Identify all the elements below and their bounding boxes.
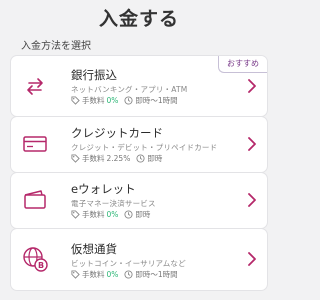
clock-icon: [124, 210, 133, 219]
chevron-right-icon: [248, 252, 256, 266]
speed-text: 即時〜1時間: [135, 270, 178, 279]
method-meta: 手数料 2.25% 即時: [71, 153, 162, 164]
method-description: クレジット・デビット・プリペイドカード: [71, 143, 218, 152]
fee-value: 0%: [106, 96, 119, 105]
method-card-credit-card[interactable]: クレジットカード クレジット・デビット・プリペイドカード 手数料 2.25% 即…: [11, 117, 267, 172]
svg-text:B: B: [38, 261, 44, 270]
tag-icon: [71, 154, 80, 163]
method-name: 銀行振込: [71, 68, 117, 82]
method-name: eウォレット: [71, 182, 136, 196]
method-card-bank-transfer[interactable]: おすすめ 銀行振込 ネットバンキング・アプリ・ATM 手数料 0% 即時〜1時間: [11, 56, 267, 116]
speed-info: 即時: [136, 153, 162, 164]
fee-label: 手数料: [82, 96, 105, 105]
tag-icon: [71, 270, 80, 279]
transfer-arrows-icon: [27, 78, 43, 95]
speed-text: 即時〜1時間: [135, 96, 178, 105]
method-card-crypto[interactable]: B 仮想通貨 ビットコイン・イーサリアムなど 手数料 0% 即時〜1時間: [11, 229, 267, 290]
fee-value: 2.25%: [106, 154, 131, 163]
chevron-right-icon: [248, 137, 256, 151]
clock-icon: [124, 96, 133, 105]
section-label: 入金方法を選択: [21, 41, 91, 52]
method-meta: 手数料 0% 即時: [71, 209, 150, 220]
method-card-ewallet[interactable]: eウォレット 電子マネー決済サービス 手数料 0% 即時: [11, 173, 267, 228]
fee-label: 手数料: [82, 270, 105, 279]
fee-label: 手数料: [82, 154, 105, 163]
chevron-right-icon: [248, 79, 256, 93]
deposit-page: 入金する 入金方法を選択 おすすめ 銀行振込 ネットバンキング・アプリ・ATM …: [0, 0, 278, 300]
method-description: ビットコイン・イーサリアムなど: [71, 259, 186, 268]
wallet-icon: [24, 190, 46, 209]
method-meta: 手数料 0% 即時〜1時間: [71, 95, 178, 106]
method-name: 仮想通貨: [71, 242, 117, 256]
fee-value: 0%: [106, 270, 119, 279]
method-meta: 手数料 0% 即時〜1時間: [71, 269, 178, 280]
speed-info: 即時〜1時間: [124, 95, 178, 106]
method-description: ネットバンキング・アプリ・ATM: [71, 85, 188, 94]
speed-info: 即時〜1時間: [124, 269, 178, 280]
speed-text: 即時: [135, 210, 151, 219]
speed-text: 即時: [147, 154, 163, 163]
page-title: 入金する: [98, 8, 179, 30]
speed-info: 即時: [124, 209, 150, 220]
recommended-badge: おすすめ: [218, 56, 267, 73]
clock-icon: [124, 270, 133, 279]
tag-icon: [71, 96, 80, 105]
chevron-right-icon: [248, 193, 256, 207]
fee-label: 手数料: [82, 210, 105, 219]
tag-icon: [71, 210, 80, 219]
method-description: 電子マネー決済サービス: [71, 199, 156, 208]
fee-value: 0%: [106, 210, 119, 219]
crypto-globe-icon: B: [23, 247, 48, 272]
credit-card-icon: [23, 136, 47, 152]
clock-icon: [136, 154, 145, 163]
method-name: クレジットカード: [71, 126, 163, 140]
